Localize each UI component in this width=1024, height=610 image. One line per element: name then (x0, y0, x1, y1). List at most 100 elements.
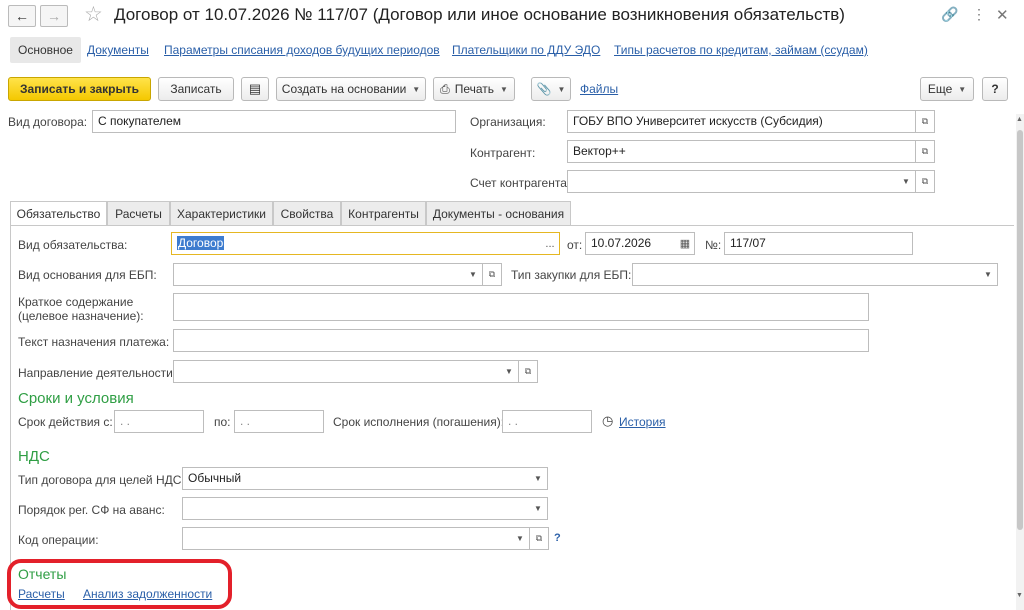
vat-heading: НДС (18, 448, 50, 465)
organization-field[interactable]: ГОБУ ВПО Университет искусств (Субсидия) (567, 110, 916, 133)
tab-characteristics[interactable]: Характеристики (170, 201, 273, 225)
chevron-down-icon[interactable]: ▼ (529, 468, 547, 489)
due-date-field[interactable]: . . (502, 410, 592, 433)
open-form-icon: ⧉ (524, 366, 532, 376)
summary-label-line2: (целевое назначение): (18, 309, 144, 323)
save-close-button[interactable]: Записать и закрыть (8, 77, 151, 101)
date-field[interactable]: 10.07.2026 ▦ (585, 232, 695, 255)
star-icon[interactable]: ☆ (84, 2, 103, 27)
chevron-down-icon[interactable]: ▼ (529, 498, 547, 519)
nav-tab-documents[interactable]: Документы (87, 43, 149, 57)
obligation-type-field[interactable]: Договор... (171, 232, 560, 255)
counterparty-field[interactable]: Вектор++ (567, 140, 916, 163)
terms-heading: Сроки и условия (18, 390, 134, 407)
chevron-down-icon: ▼ (412, 84, 421, 94)
more-vertical-icon[interactable]: ⋮ (972, 6, 986, 23)
open-form-icon: ⧉ (535, 533, 543, 543)
document-list-icon: ▤ (248, 81, 262, 96)
open-account-button[interactable]: ⧉ (915, 170, 935, 193)
advance-invoice-field[interactable]: ▼ (182, 497, 548, 520)
summary-field[interactable] (173, 293, 869, 321)
back-button[interactable]: ← (8, 5, 36, 27)
tab-panel-border (10, 225, 1014, 226)
open-basis-button[interactable]: ⧉ (482, 263, 502, 286)
files-link[interactable]: Файлы (580, 82, 618, 96)
tab-properties[interactable]: Свойства (273, 201, 341, 225)
help-button[interactable]: ? (982, 77, 1008, 101)
purchase-type-field[interactable]: ▼ (632, 263, 998, 286)
chevron-down-icon: ▼ (958, 84, 967, 94)
open-form-icon: ⧉ (921, 116, 929, 126)
open-form-icon: ⧉ (921, 176, 929, 186)
chevron-down-icon[interactable]: ▼ (500, 361, 518, 382)
create-based-button[interactable]: Создать на основании ▼ (276, 77, 426, 101)
close-icon[interactable]: ✕ (996, 6, 1009, 24)
account-field[interactable]: ▼ (567, 170, 916, 193)
basis-field[interactable]: ▼ (173, 263, 483, 286)
obligation-type-label: Вид обязательства: (18, 238, 128, 252)
tab-settlements[interactable]: Расчеты (107, 201, 170, 225)
payment-text-label: Текст назначения платежа: (18, 335, 170, 349)
reports-highlight (7, 559, 232, 609)
open-organization-button[interactable]: ⧉ (915, 110, 935, 133)
print-button[interactable]: ⎙ Печать ▼ (433, 77, 515, 101)
operation-code-field[interactable]: ▼ (182, 527, 530, 550)
basis-label: Вид основания для ЕБП: (18, 268, 157, 282)
date-label: от: (567, 238, 583, 252)
paperclip-icon: 📎 (536, 82, 552, 96)
activity-label: Направление деятельности: (18, 366, 177, 380)
vertical-scrollbar[interactable]: ▲ ▼ (1016, 114, 1024, 610)
scroll-down-icon[interactable]: ▼ (1016, 592, 1023, 599)
history-icon[interactable]: ◷ (602, 413, 613, 429)
advance-invoice-label: Порядок рег. СФ на аванс: (18, 503, 165, 517)
nav-tab-main[interactable]: Основное (10, 37, 81, 63)
organization-label: Организация: (470, 115, 546, 129)
summary-label-line1: Краткое содержание (18, 295, 134, 309)
open-operation-code-button[interactable]: ⧉ (529, 527, 549, 550)
activity-field[interactable]: ▼ (173, 360, 519, 383)
tab-basis-documents[interactable]: Документы - основания (426, 201, 571, 225)
attach-button[interactable]: 📎 ▼ (531, 77, 571, 101)
number-label: №: (705, 238, 722, 252)
operation-code-help[interactable]: ? (554, 532, 561, 544)
ellipsis-icon[interactable]: ... (541, 233, 559, 254)
valid-to-label: по: (214, 415, 231, 429)
arrow-right-icon: → (47, 8, 61, 24)
save-button[interactable]: Записать (158, 77, 234, 101)
window-title: Договор от 10.07.2026 № 117/07 (Договор … (114, 5, 845, 24)
open-form-icon: ⧉ (488, 269, 496, 279)
payment-text-field[interactable] (173, 329, 869, 352)
chevron-down-icon: ▼ (500, 84, 508, 94)
more-button[interactable]: Еще ▼ (920, 77, 974, 101)
link-icon[interactable]: 🔗 (941, 6, 958, 23)
number-field[interactable]: 117/07 (724, 232, 913, 255)
valid-from-field[interactable]: . . (114, 410, 204, 433)
contract-type-field[interactable]: С покупателем (92, 110, 456, 133)
tab-obligation[interactable]: Обязательство (10, 201, 107, 226)
calendar-icon[interactable]: ▦ (676, 233, 694, 254)
valid-to-field[interactable]: . . (234, 410, 324, 433)
open-counterparty-button[interactable]: ⧉ (915, 140, 935, 163)
nav-tab-deferred-income[interactable]: Параметры списания доходов будущих перио… (164, 43, 440, 57)
scroll-up-icon[interactable]: ▲ (1016, 116, 1023, 123)
due-date-label: Срок исполнения (погашения): (333, 415, 505, 429)
chevron-down-icon[interactable]: ▼ (511, 528, 529, 549)
open-form-icon: ⧉ (921, 146, 929, 156)
scrollbar-thumb[interactable] (1017, 130, 1023, 530)
chevron-down-icon[interactable]: ▼ (897, 171, 915, 192)
counterparty-label: Контрагент: (470, 146, 536, 160)
vat-contract-type-field[interactable]: Обычный ▼ (182, 467, 548, 490)
arrow-left-icon: ← (15, 8, 29, 24)
open-activity-button[interactable]: ⧉ (518, 360, 538, 383)
forward-button[interactable]: → (40, 5, 68, 27)
tab-panel-left-border (10, 225, 11, 610)
chevron-down-icon[interactable]: ▼ (464, 264, 482, 285)
vat-contract-type-label: Тип договора для целей НДС: (18, 473, 185, 487)
history-link[interactable]: История (619, 415, 666, 429)
nav-tab-payers[interactable]: Плательщики по ДДУ ЭДО (452, 43, 600, 57)
list-button[interactable]: ▤ (241, 77, 269, 101)
valid-from-label: Срок действия с: (18, 415, 113, 429)
nav-tab-credit-types[interactable]: Типы расчетов по кредитам, займам (ссуда… (614, 43, 868, 57)
tab-counterparties[interactable]: Контрагенты (341, 201, 426, 225)
chevron-down-icon[interactable]: ▼ (979, 264, 997, 285)
